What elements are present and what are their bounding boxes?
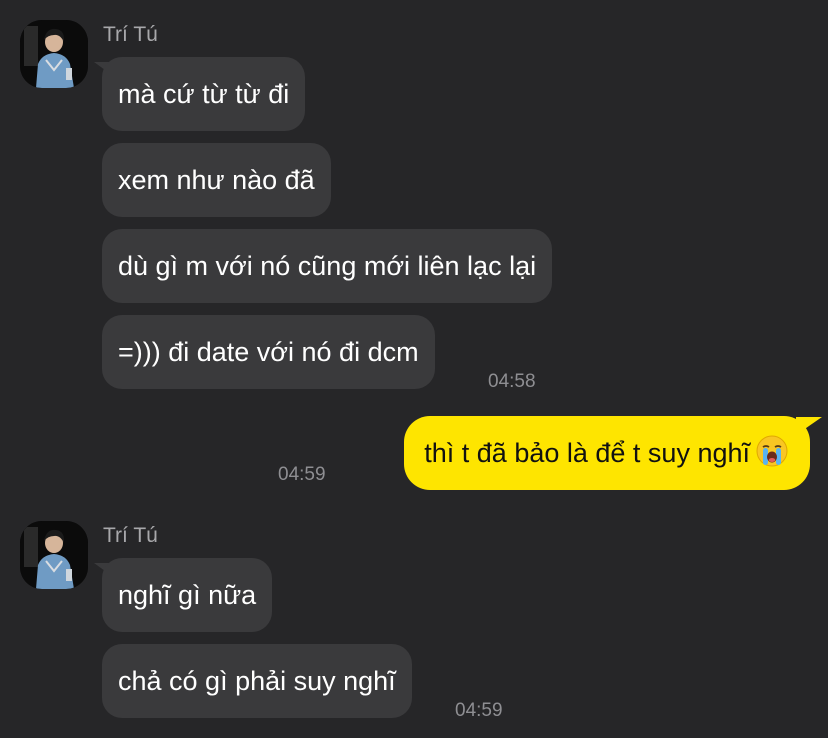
message-bubble[interactable]: nghĩ gì nữa <box>102 558 273 632</box>
message-bubble[interactable]: dù gì m với nó cũng mới liên lạc lại <box>102 229 553 303</box>
message-bubble[interactable]: mà cứ từ từ đi <box>102 57 306 131</box>
profile-photo-icon <box>20 521 88 589</box>
message-timestamp: 04:58 <box>488 371 536 392</box>
message-text: thì t đã bảo là để t suy nghĩ <box>424 438 750 468</box>
message-timestamp: 04:59 <box>455 700 503 721</box>
sender-name: Trí Tú <box>103 23 158 46</box>
message-bubble[interactable]: =))) đi date với nó đi dcm <box>102 315 435 389</box>
loudly-crying-face-emoji-icon <box>756 435 788 467</box>
sender-name: Trí Tú <box>103 524 158 547</box>
message-bubble[interactable]: chả có gì phải suy nghĩ <box>102 644 412 718</box>
outgoing-message-bubble[interactable]: thì t đã bảo là để t suy nghĩ <box>404 416 810 490</box>
profile-photo-icon <box>20 20 88 88</box>
sender-avatar[interactable] <box>20 521 88 589</box>
message-timestamp: 04:59 <box>278 464 326 485</box>
message-bubble[interactable]: xem như nào đã <box>102 143 331 217</box>
sender-avatar[interactable] <box>20 20 88 88</box>
